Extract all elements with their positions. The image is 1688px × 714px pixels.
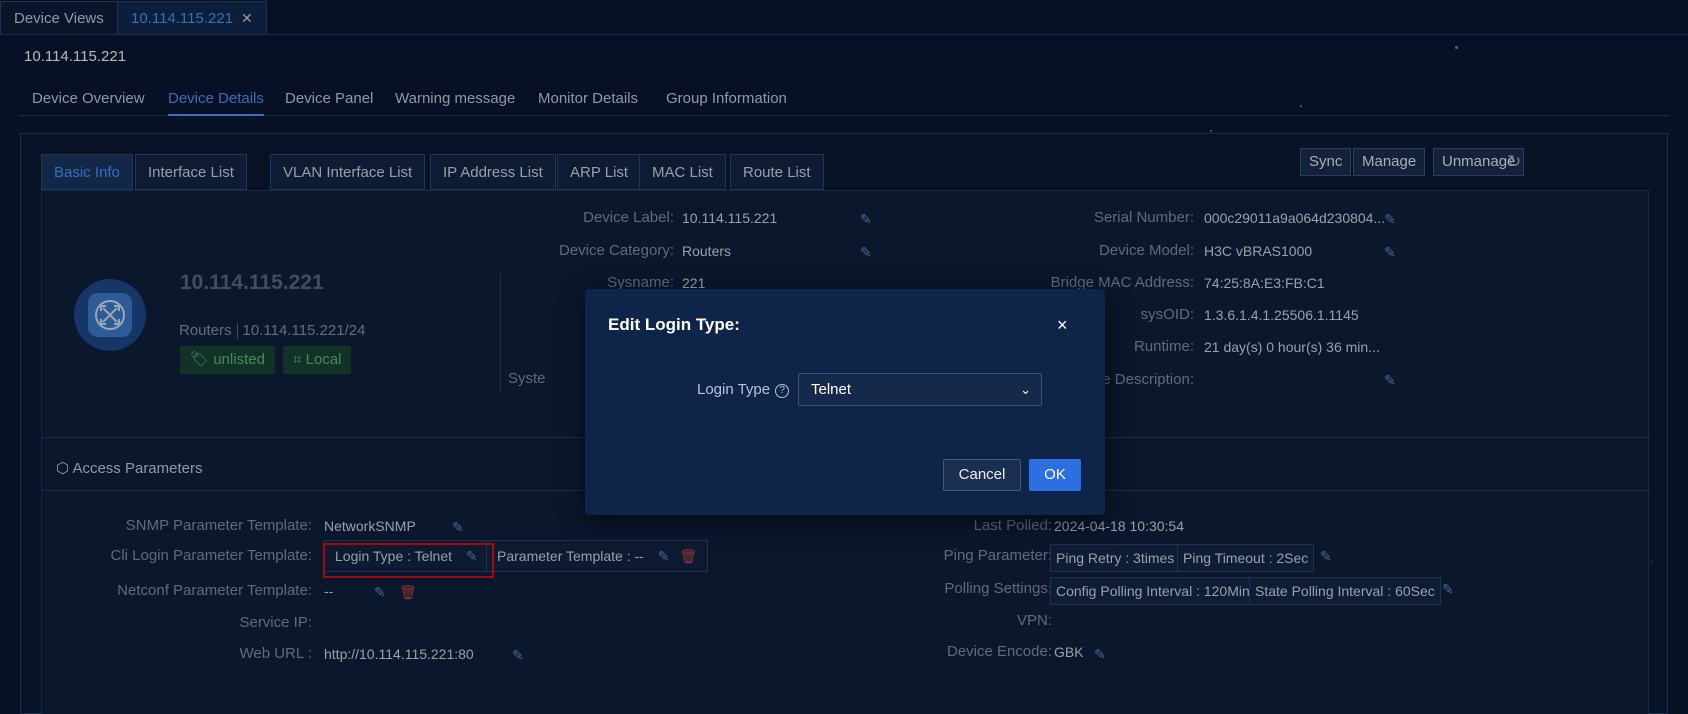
cancel-button[interactable]: Cancel: [943, 459, 1021, 491]
help-circle-icon[interactable]: ?: [775, 384, 790, 398]
dialog-title: Edit Login Type:: [608, 315, 740, 334]
login-type-label: Login Type?: [697, 381, 790, 398]
ok-button[interactable]: OK: [1029, 459, 1081, 491]
login-type-label-text: Login Type: [697, 381, 771, 398]
edit-login-type-dialog: Edit Login Type: × Login Type? Telnet ⌄ …: [585, 289, 1105, 515]
chevron-down-icon: ⌄: [1020, 382, 1031, 397]
login-type-selected: Telnet: [811, 381, 852, 398]
close-icon[interactable]: ×: [1057, 315, 1068, 336]
login-type-select[interactable]: Telnet ⌄: [798, 373, 1042, 406]
